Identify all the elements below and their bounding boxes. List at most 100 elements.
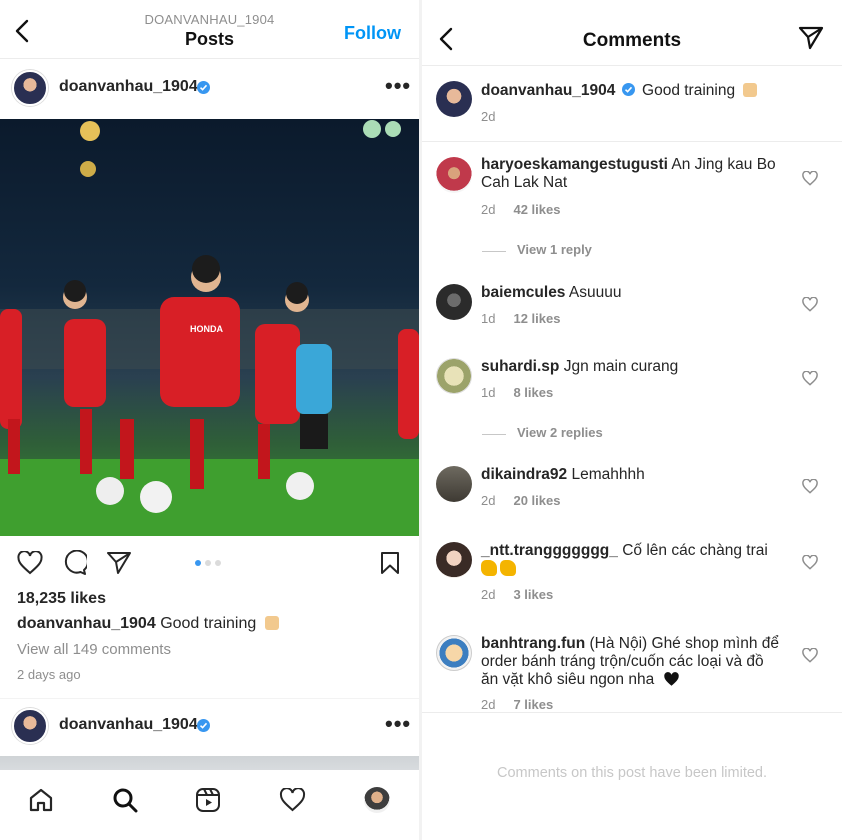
verified-badge-icon — [621, 83, 635, 96]
commenter-avatar[interactable] — [436, 542, 472, 578]
flexed-biceps-emoji-icon — [264, 616, 279, 630]
commenter-avatar[interactable] — [436, 635, 472, 671]
comment-time: 2d — [481, 697, 496, 712]
reply-thread-line — [482, 251, 506, 252]
profile-tab-avatar[interactable] — [364, 787, 390, 813]
save-bookmark-icon[interactable] — [380, 551, 400, 575]
flexed-biceps-emoji-icon — [500, 560, 516, 576]
comment-like-count[interactable]: 20 likes — [513, 493, 560, 508]
comment-body: _ntt.tranggggggg_ Cố lên các chàng trai — [481, 542, 781, 578]
author-avatar[interactable] — [12, 70, 48, 106]
comment-username[interactable]: _ntt.tranggggggg_ — [481, 542, 618, 559]
comment-username[interactable]: banhtrang.fun — [481, 635, 585, 652]
comment-item: suhardi.sp Jgn main curang 1d 8 likes Vie… — [422, 356, 842, 446]
search-icon[interactable] — [112, 787, 138, 813]
caption-text: Good training — [160, 615, 257, 632]
carousel-dot-active — [195, 560, 201, 566]
comment-like-heart-icon[interactable] — [802, 555, 818, 570]
comment-username[interactable]: baiemcules — [481, 284, 565, 301]
next-post-author-row: doanvanhau_1904 ••• — [0, 697, 419, 755]
comment-body: baiemcules Asuuuu — [481, 284, 781, 302]
comment-meta: 2d 7 likes — [481, 697, 553, 712]
view-replies-label[interactable]: View 2 replies — [517, 425, 603, 440]
view-replies-label[interactable]: View 1 reply — [517, 242, 592, 257]
comment-like-count[interactable]: 8 likes — [513, 385, 553, 400]
direct-send-icon[interactable] — [798, 26, 824, 50]
flexed-biceps-emoji-icon — [481, 560, 497, 576]
post-actions-row — [0, 545, 419, 583]
view-replies-link[interactable]: View 2 replies — [482, 425, 782, 443]
comment-like-count[interactable]: 3 likes — [513, 587, 553, 602]
post-photo[interactable]: HONDA — [0, 119, 419, 536]
commenter-avatar[interactable] — [436, 157, 472, 193]
comment-item: _ntt.tranggggggg_ Cố lên các chàng trai … — [422, 540, 842, 610]
flexed-biceps-emoji-icon — [743, 83, 758, 97]
comment-username[interactable]: haryoeskamangestugusti — [481, 156, 668, 173]
comments-limited-notice: Comments on this post have been limited. — [497, 765, 767, 781]
post-timestamp: 2 days ago — [17, 667, 81, 682]
home-icon[interactable] — [28, 787, 54, 813]
comment-like-heart-icon[interactable] — [802, 297, 818, 312]
verified-badge-icon — [197, 719, 210, 732]
comment-text: Jgn main curang — [563, 358, 679, 375]
comment-bubble-icon[interactable] — [61, 550, 87, 576]
comment-body: haryoeskamangestugusti An Jing kau Bo Ca… — [481, 156, 781, 192]
comment-text: Cố lên các chàng trai — [622, 542, 768, 559]
comment-like-heart-icon[interactable] — [802, 171, 818, 186]
comment-body: dikaindra92 Lemahhhh — [481, 466, 781, 484]
more-options-button[interactable]: ••• — [385, 73, 411, 99]
comment-time: 1d — [481, 311, 496, 326]
author-username[interactable]: doanvanhau_1904 — [59, 78, 198, 96]
comment-text: Good training — [642, 82, 736, 99]
comment-username[interactable]: doanvanhau_1904 — [481, 82, 615, 99]
comment-item: dikaindra92 Lemahhhh 2d 20 likes — [422, 464, 842, 524]
commenter-avatar[interactable] — [436, 284, 472, 320]
caption-comment: doanvanhau_1904 Good training 2d — [422, 66, 842, 141]
commenter-avatar[interactable] — [436, 81, 472, 117]
carousel-dot — [215, 560, 221, 566]
view-replies-link[interactable]: View 1 reply — [482, 242, 782, 260]
comment-item: baiemcules Asuuuu 1d 12 likes — [422, 282, 842, 342]
comment-like-count[interactable]: 42 likes — [513, 202, 560, 217]
bottom-tab-bar — [0, 770, 419, 840]
comment-time: 2d — [481, 493, 496, 508]
comment-like-heart-icon[interactable] — [802, 479, 818, 494]
caption-username[interactable]: doanvanhau_1904 — [17, 615, 156, 632]
comments-pane: Comments doanvanhau_1904 Good training 2… — [422, 0, 842, 840]
comment-meta: 1d 12 likes — [481, 311, 560, 326]
comments-title: Comments — [582, 30, 682, 51]
post-detail-pane: DOANVANHAU_1904 Posts Follow doanvanhau_… — [0, 0, 419, 840]
comment-username[interactable]: dikaindra92 — [481, 466, 567, 483]
comments-header: Comments — [422, 0, 842, 66]
activity-heart-icon[interactable] — [279, 788, 306, 812]
reels-icon[interactable] — [195, 787, 221, 813]
comment-body: doanvanhau_1904 Good training — [481, 82, 821, 100]
next-author-avatar[interactable] — [12, 708, 48, 744]
commenter-avatar[interactable] — [436, 466, 472, 502]
comment-meta: 1d 8 likes — [481, 385, 553, 400]
post-author-row: doanvanhau_1904 ••• — [0, 59, 419, 117]
view-all-comments-link[interactable]: View all 149 comments — [17, 641, 171, 658]
like-heart-icon[interactable] — [17, 551, 43, 575]
next-author-username[interactable]: doanvanhau_1904 — [59, 716, 198, 734]
reply-thread-line — [482, 434, 506, 435]
follow-button[interactable]: Follow — [344, 23, 401, 44]
comment-meta: 2d 3 likes — [481, 587, 553, 602]
posts-header: DOANVANHAU_1904 Posts Follow — [0, 0, 419, 58]
commenter-avatar[interactable] — [436, 358, 472, 394]
black-heart-emoji-icon — [663, 672, 679, 686]
comment-username[interactable]: suhardi.sp — [481, 358, 559, 375]
carousel-dot — [205, 560, 211, 566]
comment-text: Lemahhhh — [571, 466, 645, 483]
comment-body: suhardi.sp Jgn main curang — [481, 358, 781, 376]
comment-like-count[interactable]: 7 likes — [513, 697, 553, 712]
comment-time: 2d — [481, 587, 496, 602]
comment-like-heart-icon[interactable] — [802, 648, 818, 663]
like-count[interactable]: 18,235 likes — [17, 590, 106, 608]
comment-time: 2d — [481, 202, 496, 217]
share-send-icon[interactable] — [106, 551, 132, 575]
jersey-sponsor-text: HONDA — [190, 324, 223, 334]
next-more-options-button[interactable]: ••• — [385, 711, 411, 737]
comment-like-count[interactable]: 12 likes — [513, 311, 560, 326]
comment-like-heart-icon[interactable] — [802, 371, 818, 386]
